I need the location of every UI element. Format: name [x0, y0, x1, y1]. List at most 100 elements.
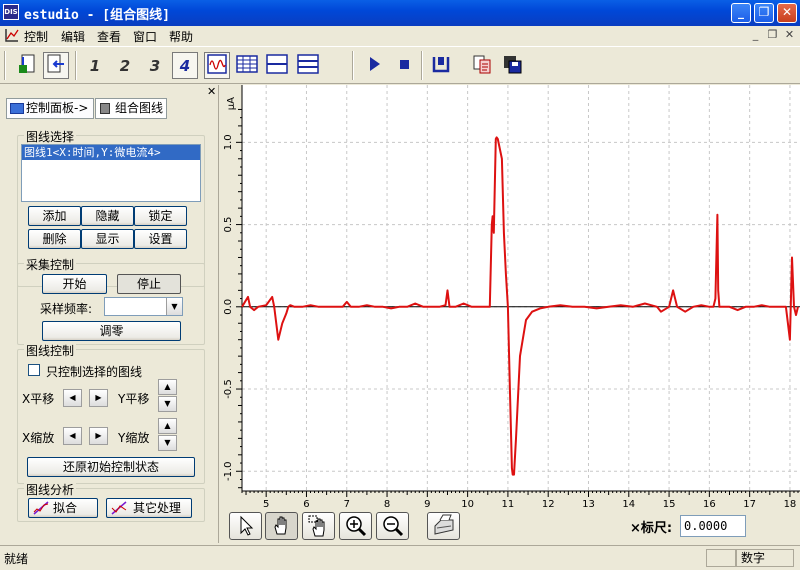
- x-tick-label: 12: [542, 499, 555, 510]
- mdi-restore-button[interactable]: ❐: [765, 28, 780, 42]
- minimize-button[interactable]: _: [731, 3, 751, 23]
- save-button[interactable]: [428, 52, 454, 79]
- sample-rate-select[interactable]: ▼: [104, 297, 183, 316]
- zoom-in-button[interactable]: [339, 512, 372, 540]
- hand-select-icon: [308, 515, 324, 537]
- only-selected-checkbox[interactable]: [28, 364, 40, 376]
- add-curve-button[interactable]: 添加: [28, 206, 81, 226]
- sample-rate-label: 采样频率:: [40, 302, 93, 316]
- stop-acquisition-button[interactable]: 停止: [117, 274, 181, 294]
- curve-control-title: 图线控制: [24, 342, 77, 359]
- play-icon: [370, 57, 380, 71]
- curve-listbox[interactable]: 图线1<X:时间,Y:微电流4>: [21, 144, 201, 202]
- copy-button[interactable]: [469, 52, 495, 79]
- y-zoom-up-button[interactable]: ▲: [158, 418, 177, 434]
- y-move-down-button[interactable]: ▼: [158, 396, 177, 412]
- toolbar-separator: [352, 51, 354, 80]
- app-icon: DIS: [3, 4, 19, 20]
- other-process-button[interactable]: 其它处理: [106, 498, 192, 518]
- fit-button[interactable]: 拟合: [28, 498, 98, 518]
- analysis-title: 图线分析: [24, 481, 77, 498]
- export-icon: [47, 54, 64, 73]
- title-bar: DIS estudio - [组合图线] _ ❐ ✕: [0, 0, 800, 26]
- tab-control-panel[interactable]: 控制面板->: [6, 98, 94, 119]
- tab-combined-chart-label: 组合图线: [115, 101, 164, 115]
- menu-help[interactable]: 帮助: [169, 28, 193, 45]
- tab-control-panel-label: 控制面板->: [26, 101, 89, 115]
- pan-select-tool-button[interactable]: [302, 512, 335, 540]
- process-icon: [111, 501, 127, 515]
- x-move-left-button[interactable]: ◀: [63, 389, 82, 407]
- menu-edit[interactable]: 编辑: [61, 28, 85, 45]
- tab-combined-chart[interactable]: 组合图线: [95, 98, 167, 119]
- copy-icon: [473, 55, 491, 74]
- hand-icon: [273, 516, 286, 535]
- reset-control-button[interactable]: 还原初始控制状态: [27, 457, 195, 477]
- x-zoom-label: X缩放: [22, 431, 55, 445]
- chart-toolbar: ×标尺: 0.0000: [220, 510, 800, 543]
- pan-tool-button[interactable]: [265, 512, 298, 540]
- zero-button[interactable]: 调零: [42, 321, 181, 341]
- split-view-button[interactable]: [264, 52, 290, 79]
- table-view-button[interactable]: [234, 52, 260, 79]
- export-button[interactable]: [43, 52, 69, 79]
- x-zoom-in-button[interactable]: ◀: [63, 427, 82, 445]
- play-button[interactable]: [361, 52, 387, 79]
- channel-3-button[interactable]: 3: [142, 52, 168, 79]
- menu-control[interactable]: 控制: [24, 28, 48, 45]
- pointer-tool-button[interactable]: [229, 512, 262, 540]
- panel-close-icon[interactable]: ✕: [207, 85, 216, 98]
- table-icon: [236, 55, 258, 73]
- channel-4-button[interactable]: 4: [172, 52, 198, 79]
- y-axis-ticks: -1.0 -0.5 0.0 0.5 1.0: [223, 108, 242, 489]
- layout-icon: [297, 54, 319, 74]
- x-tick-label: 11: [502, 499, 515, 510]
- save-all-button[interactable]: [499, 52, 525, 79]
- stop-button[interactable]: [391, 52, 417, 79]
- channel-2-button[interactable]: 2: [112, 52, 138, 79]
- hide-curve-button[interactable]: 隐藏: [81, 206, 134, 226]
- y-tick-label: 1.0: [223, 134, 234, 150]
- x-tick-label: 16: [703, 499, 716, 510]
- x-zoom-out-button[interactable]: ▶: [89, 427, 108, 445]
- x-tick-label: 6: [303, 499, 309, 510]
- show-curve-button[interactable]: 显示: [81, 229, 134, 249]
- fit-icon: [33, 501, 49, 515]
- close-button[interactable]: ✕: [777, 3, 797, 23]
- x-move-right-button[interactable]: ▶: [89, 389, 108, 407]
- curve-settings-button[interactable]: 设置: [134, 229, 187, 249]
- y-tick-label: -0.5: [223, 379, 234, 399]
- scale-input[interactable]: 0.0000: [680, 515, 746, 537]
- zoom-out-button[interactable]: [376, 512, 409, 540]
- y-axis-label: μA: [226, 97, 237, 110]
- menu-window[interactable]: 窗口: [133, 28, 157, 45]
- delete-curve-button[interactable]: 删除: [28, 229, 81, 249]
- line-chart[interactable]: 5 6 7 8 9 10 11 12 13 14 15 16 17 18 -1.0 -0.5 0.0 0.5 1.…: [220, 85, 800, 510]
- cursor-icon: [240, 515, 253, 536]
- chevron-down-icon[interactable]: ▼: [166, 298, 182, 315]
- print-button[interactable]: [427, 512, 460, 540]
- document-icon: [100, 103, 110, 114]
- stop-icon: [400, 60, 409, 69]
- y-zoom-down-button[interactable]: ▼: [158, 435, 177, 451]
- menu-view[interactable]: 查看: [97, 28, 121, 45]
- layout-view-button[interactable]: [295, 52, 321, 79]
- lock-curve-button[interactable]: 锁定: [134, 206, 187, 226]
- status-text: 就绪: [4, 552, 29, 566]
- channel-1-button[interactable]: 1: [82, 52, 108, 79]
- import-button[interactable]: [14, 52, 40, 79]
- x-tick-label: 15: [663, 499, 676, 510]
- graph-view-button[interactable]: [204, 52, 230, 79]
- mdi-close-button[interactable]: ✕: [782, 28, 797, 42]
- curve-list-item[interactable]: 图线1<X:时间,Y:微电流4>: [22, 145, 200, 160]
- x-tick-label: 13: [582, 499, 595, 510]
- maximize-button[interactable]: ❐: [754, 3, 774, 23]
- start-button[interactable]: 开始: [42, 274, 107, 294]
- x-move-label: X平移: [22, 392, 55, 406]
- save-icon: [432, 57, 450, 73]
- menu-bar: 控制 编辑 查看 窗口 帮助 _ ❐ ✕: [0, 26, 800, 45]
- mdi-minimize-button[interactable]: _: [748, 28, 763, 42]
- y-move-label: Y平移: [118, 392, 150, 406]
- x-tick-label: 18: [784, 499, 797, 510]
- y-move-up-button[interactable]: ▲: [158, 379, 177, 395]
